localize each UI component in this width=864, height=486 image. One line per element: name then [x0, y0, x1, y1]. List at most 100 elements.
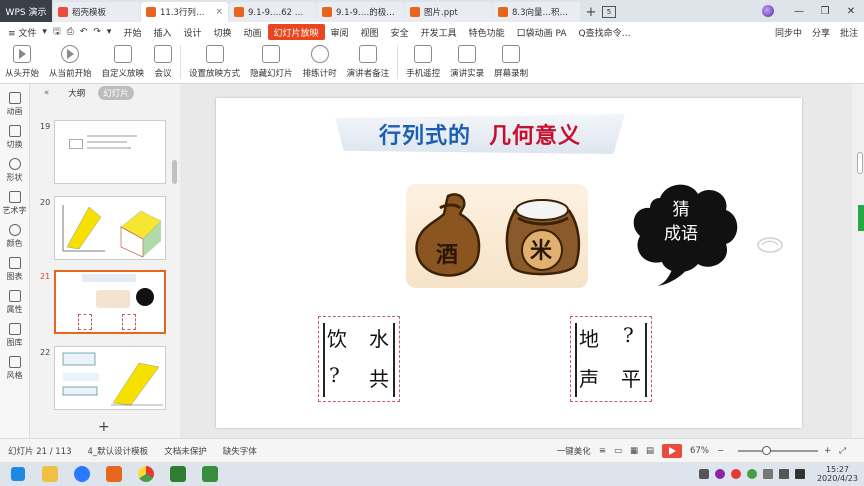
slide-thumbnail[interactable] [54, 196, 166, 260]
tool-wordart[interactable]: 艺术字 [0, 191, 29, 216]
notes-toggle-icon[interactable]: ≡ [599, 446, 606, 456]
windows-start-icon[interactable] [4, 463, 32, 485]
doc-protect-status[interactable]: 文档未保护 [164, 445, 207, 457]
setup-show-button[interactable]: 设置放映方式 [189, 45, 240, 79]
tray-app-icon[interactable] [698, 469, 709, 479]
tab-outline[interactable]: 大纲 [63, 86, 90, 100]
slideshow-play-button[interactable] [662, 443, 683, 458]
redo-icon[interactable]: ↷ [93, 27, 101, 37]
wine-rice-picture[interactable]: 酒 米 [406, 184, 588, 288]
play-from-start-button[interactable]: 从头开始 [5, 45, 39, 79]
ime-icon[interactable] [794, 469, 805, 479]
print-icon[interactable]: ⎙ [67, 27, 74, 37]
comment-button[interactable]: 批注 [840, 26, 858, 39]
slide[interactable]: 行列式的 几何意义 酒 米 猜 成语 饮 水 ? 共 地 ? 声 平 [216, 98, 802, 428]
idiom-box-right[interactable]: 地 ? 声 平 [570, 316, 652, 402]
normal-view-icon[interactable]: ▭ [614, 446, 622, 456]
record-speech-button[interactable]: 演讲实录 [450, 45, 484, 79]
tab-doc-2[interactable]: 9.1-9.…62 备份] [229, 2, 316, 22]
menu-transition[interactable]: 切换 [207, 24, 237, 40]
tool-animation[interactable]: 动画 [0, 92, 29, 117]
tab-doc-5[interactable]: 8.3向量…积和向量积 [493, 2, 580, 22]
speaker-notes-button[interactable]: 演讲者备注 [347, 45, 389, 79]
add-slide-button[interactable]: + [98, 419, 110, 435]
share-button[interactable]: 分享 [812, 26, 830, 39]
slide-thumbnail-active[interactable] [54, 270, 166, 334]
menu-view[interactable]: 视图 [355, 24, 385, 40]
undo-icon[interactable]: ↶ [80, 27, 88, 37]
sync-status[interactable]: 同步中 [775, 26, 802, 39]
tool-style[interactable]: 风格 [0, 356, 29, 381]
tab-doc-3[interactable]: 9.1-9.…的极限与连续 [317, 2, 404, 22]
tray-alert-icon[interactable] [730, 469, 741, 479]
hide-slide-button[interactable]: 隐藏幻灯片 [250, 45, 293, 79]
slide-thumbnail[interactable] [54, 346, 166, 410]
canvas-scrollbar[interactable] [856, 84, 864, 438]
tab-slides[interactable]: 幻灯片 [98, 86, 134, 100]
sorter-view-icon[interactable]: ▦ [630, 446, 638, 456]
tool-properties[interactable]: 属性 [0, 290, 29, 315]
save-icon[interactable]: 🖫 [53, 24, 61, 40]
explorer-icon[interactable] [36, 463, 64, 485]
chrome-icon[interactable] [132, 463, 160, 485]
one-click-beautify[interactable]: 一键美化 [557, 445, 591, 457]
camtasia-recorder-icon[interactable] [196, 463, 224, 485]
volume-icon[interactable] [778, 469, 789, 479]
avatar[interactable] [762, 5, 774, 17]
side-widget[interactable] [858, 205, 864, 231]
zoom-out-icon[interactable]: − [717, 446, 724, 456]
menu-devtools[interactable]: 开发工具 [415, 24, 463, 40]
slide-thumbnail[interactable] [54, 120, 166, 184]
wps-presentation-icon[interactable] [100, 463, 128, 485]
menu-features[interactable]: 特色功能 [463, 24, 511, 40]
play-from-current-button[interactable]: 从当前开始 [49, 45, 92, 79]
close-icon[interactable]: × [215, 7, 223, 17]
menu-animation[interactable]: 动画 [238, 24, 268, 40]
restore-icon[interactable]: ❐ [812, 6, 838, 17]
tab-doc-4[interactable]: 图片.ppt [405, 2, 492, 22]
reading-view-icon[interactable]: ▤ [646, 446, 654, 456]
title-banner[interactable]: 行列式的 几何意义 [335, 114, 625, 154]
collapse-panel-icon[interactable]: « [44, 88, 49, 98]
rehearse-timing-button[interactable]: 排练计时 [303, 45, 337, 79]
tool-shape[interactable]: 形状 [0, 158, 29, 183]
tab-count-badge[interactable]: 5 [602, 6, 616, 18]
app-label[interactable]: WPS 演示 [0, 0, 52, 22]
close-window-icon[interactable]: ✕ [838, 6, 864, 17]
clock[interactable]: 15:27 2020/4/23 [817, 465, 858, 483]
menu-slideshow[interactable]: 幻灯片放映 [267, 24, 325, 40]
menu-design[interactable]: 设计 [177, 24, 207, 40]
tab-daoke[interactable]: 稻壳模板 [53, 2, 140, 22]
thumbnail-scrollbar[interactable] [172, 160, 177, 184]
meeting-button[interactable]: 会议 [154, 45, 173, 79]
tool-color[interactable]: 颜色 [0, 224, 29, 249]
tray-wps-icon[interactable] [714, 469, 725, 479]
menu-pocket-animation[interactable]: 口袋动画 PA [511, 24, 573, 40]
menu-security[interactable]: 安全 [385, 24, 415, 40]
tab-active-doc[interactable]: 11.3行列式.ppt× [141, 2, 228, 22]
media-player-icon[interactable] [68, 463, 96, 485]
zoom-level[interactable]: 67% [690, 446, 709, 456]
custom-show-button[interactable]: 自定义放映 [102, 45, 144, 79]
tool-gallery[interactable]: 图库 [0, 323, 29, 348]
file-menu[interactable]: ≡ 文件 [8, 26, 36, 39]
chevron-down-icon[interactable]: ▾ [42, 27, 47, 37]
screen-record-button[interactable]: 屏幕录制 [494, 45, 528, 79]
minimize-icon[interactable]: — [786, 6, 812, 17]
network-icon[interactable] [762, 469, 773, 479]
tray-sync-icon[interactable] [746, 469, 757, 479]
menu-start[interactable]: 开始 [117, 24, 147, 40]
missing-font[interactable]: 缺失字体 [223, 445, 257, 457]
fit-window-icon[interactable]: ⤢ [839, 446, 846, 456]
zoom-in-icon[interactable]: + [824, 446, 831, 456]
search-command[interactable]: Q查找命令… [572, 24, 636, 40]
zoom-slider[interactable] [738, 445, 819, 455]
tool-transition[interactable]: 切换 [0, 125, 29, 150]
tool-chart[interactable]: 图表 [0, 257, 29, 282]
template-name[interactable]: 4_默认设计模板 [88, 445, 149, 457]
camtasia-icon[interactable] [164, 463, 192, 485]
idiom-box-left[interactable]: 饮 水 ? 共 [318, 316, 400, 402]
menu-insert[interactable]: 插入 [147, 24, 177, 40]
menu-review[interactable]: 审阅 [325, 24, 355, 40]
more-icon[interactable]: ▾ [107, 27, 112, 37]
